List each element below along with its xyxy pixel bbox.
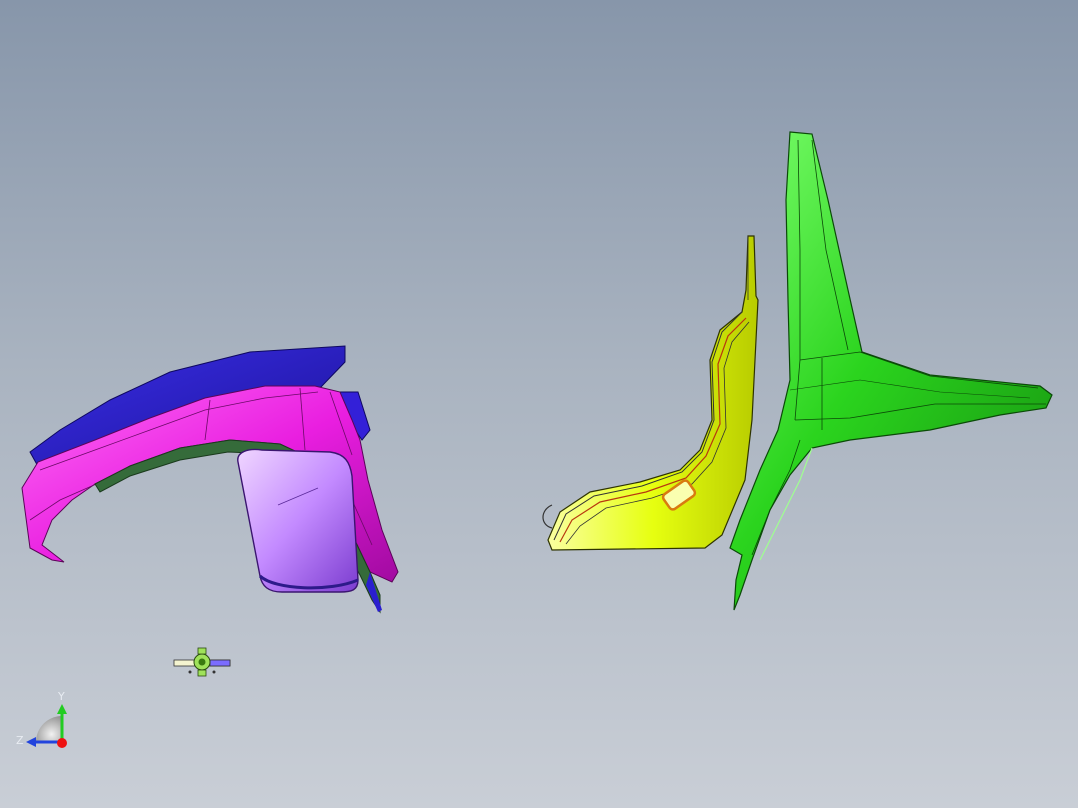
fastener-part[interactable] (173, 647, 231, 677)
seat-cushion[interactable] (237, 448, 359, 593)
view-orientation-triad[interactable]: Y Z (16, 690, 67, 748)
z-axis-label: Z (16, 734, 24, 747)
3d-viewport[interactable]: Y Z (0, 0, 1078, 808)
origin-dot (57, 738, 67, 748)
y-axis-label: Y (57, 690, 65, 703)
seat-frame-star[interactable] (729, 131, 1053, 611)
seat-side-profile[interactable] (542, 235, 759, 551)
